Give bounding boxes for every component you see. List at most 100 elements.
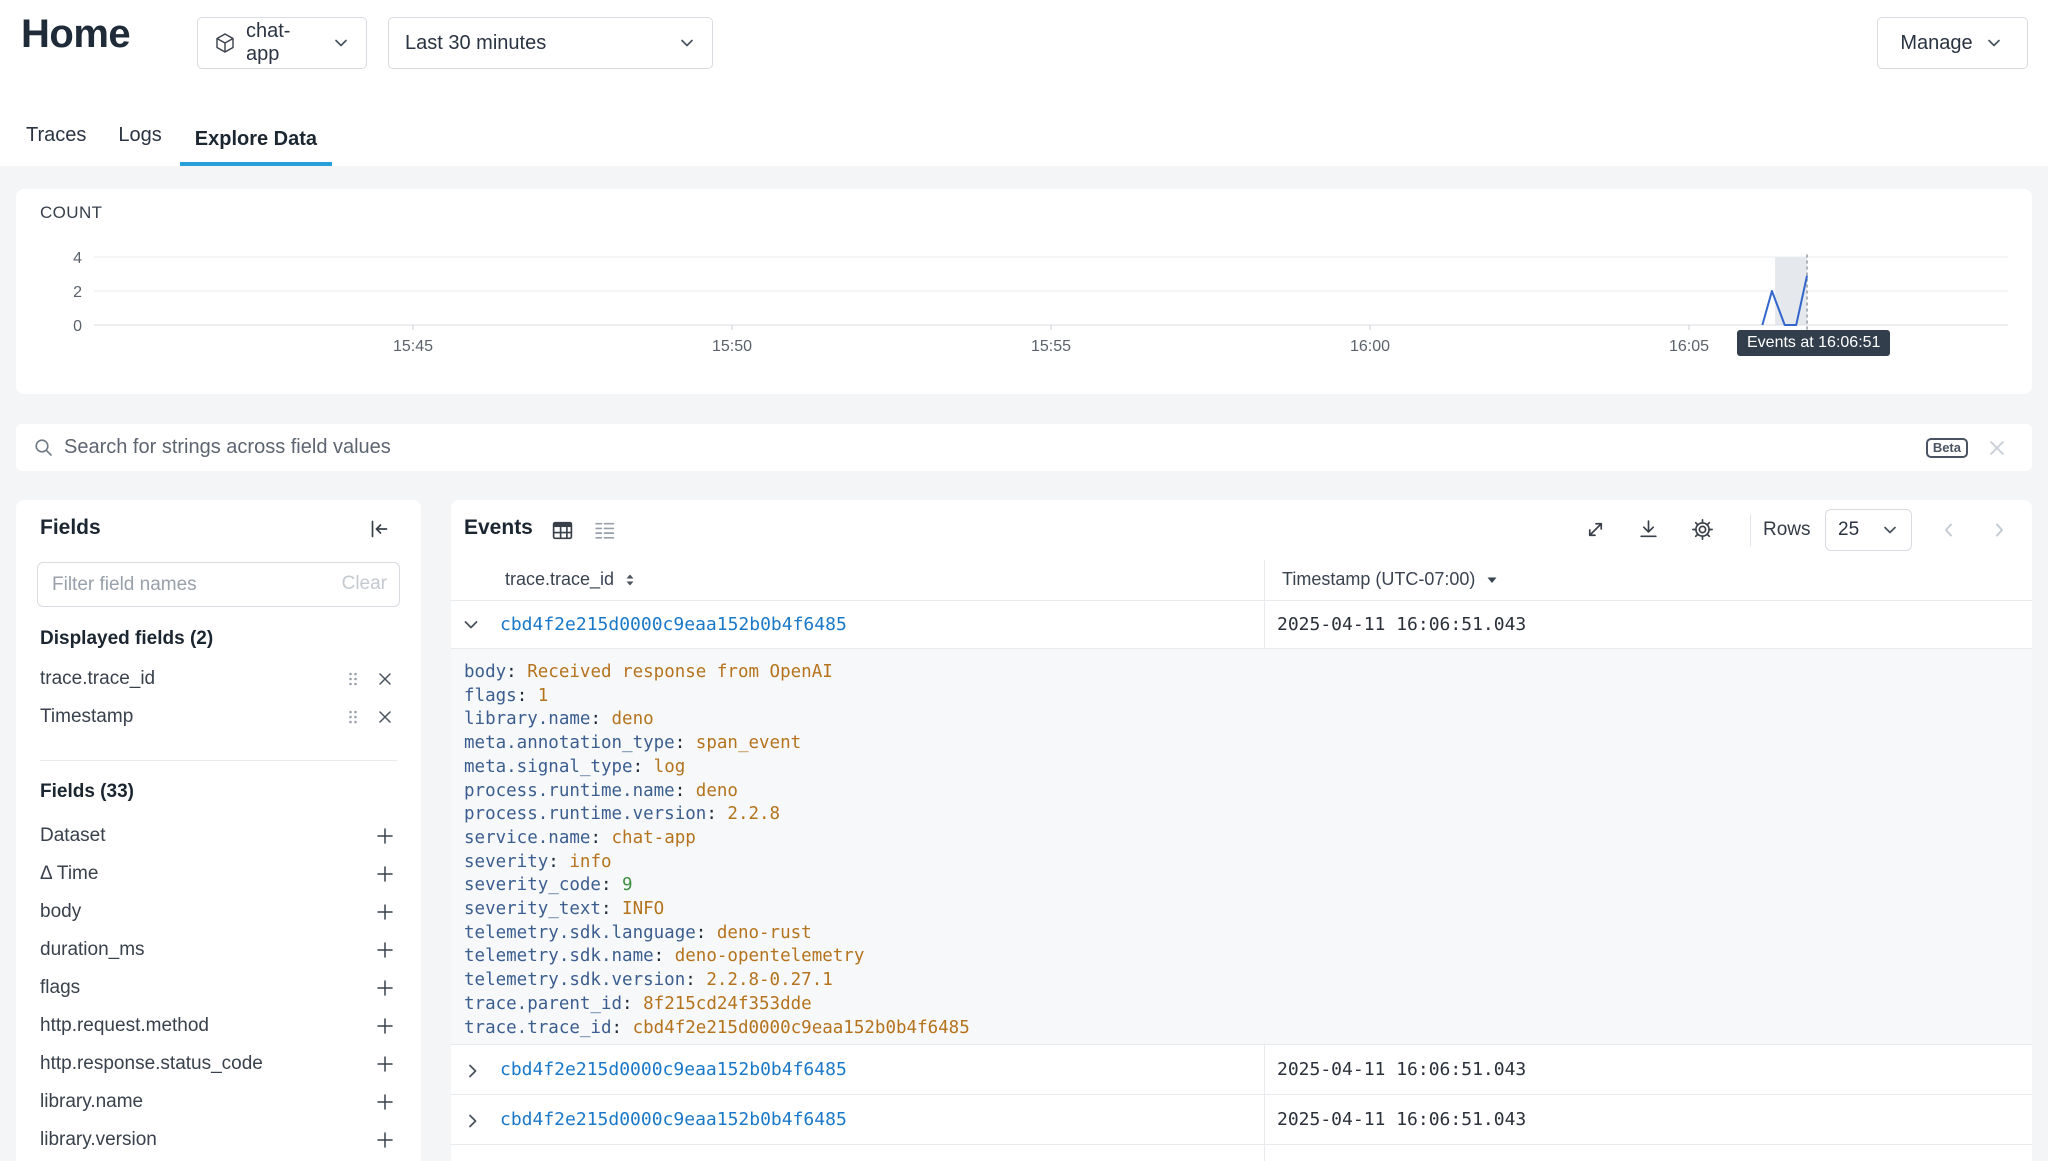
column-header-timestamp[interactable]: Timestamp (UTC-07:00)	[1282, 569, 1499, 590]
column-header-trace-id[interactable]: trace.trace_id	[505, 569, 638, 590]
field-row: Dataset	[16, 817, 421, 855]
detail-value: deno-rust	[717, 923, 812, 943]
trace-id-link[interactable]: cbd4f2e215d0000c9eaa152b0b4f6485	[500, 1059, 847, 1080]
fields-panel: Fields Clear Displayed fields (2) trace.…	[16, 500, 421, 1161]
add-field-icon[interactable]	[375, 1016, 395, 1036]
field-row: flags	[16, 969, 421, 1007]
search-input[interactable]	[64, 436, 1926, 459]
search-bar: Beta	[16, 424, 2032, 471]
detail-key: flags	[464, 686, 517, 706]
add-field-icon[interactable]	[375, 864, 395, 884]
timestamp-cell: 2025-04-11 16:06:51.043	[1264, 1095, 2032, 1144]
list-view-icon[interactable]	[593, 519, 616, 542]
tab-logs[interactable]: Logs	[118, 124, 161, 166]
table-view-icon[interactable]	[551, 519, 574, 542]
detail-key: process.runtime.name	[464, 781, 675, 801]
add-field-icon[interactable]	[375, 1054, 395, 1074]
displayed-field-row: trace.trace_id	[16, 660, 421, 698]
timestamp-value: 2025-04-11 16:06:51.043	[1277, 1109, 1526, 1130]
detail-line: trace.parent_id: 8f215cd24f353dde	[464, 993, 2032, 1017]
detail-value: Received response from OpenAI	[527, 662, 833, 682]
all-fields-header: Fields (33)	[40, 781, 134, 803]
add-field-icon[interactable]	[375, 826, 395, 846]
field-name: duration_ms	[40, 939, 145, 961]
table-row[interactable]: cbd4f2e215d0000c9eaa152b0b4f6485 2025-04…	[451, 1095, 2032, 1145]
remove-field-icon[interactable]	[375, 707, 395, 727]
field-name: Dataset	[40, 825, 105, 847]
prev-page-icon[interactable]	[1939, 520, 1959, 540]
expand-row-icon[interactable]	[462, 1060, 484, 1082]
field-name: http.response.status_code	[40, 1053, 263, 1075]
column-label: Timestamp (UTC-07:00)	[1282, 569, 1475, 590]
detail-value: 8f215cd24f353dde	[643, 994, 812, 1014]
expand-icon[interactable]	[1584, 518, 1607, 541]
field-row: http.request.method	[16, 1007, 421, 1045]
clear-filter-button[interactable]: Clear	[342, 573, 387, 595]
field-name: body	[40, 901, 81, 923]
download-icon[interactable]	[1637, 518, 1660, 541]
gear-icon[interactable]	[1691, 518, 1714, 541]
detail-line: trace.trace_id: cbd4f2e215d0000c9eaa152b…	[464, 1017, 2032, 1041]
collapse-panel-icon[interactable]	[368, 518, 390, 540]
add-field-icon[interactable]	[375, 940, 395, 960]
detail-key: meta.signal_type	[464, 757, 633, 777]
svg-text:15:50: 15:50	[712, 338, 752, 355]
detail-line: severity: info	[464, 851, 2032, 875]
table-row-expanded[interactable]: cbd4f2e215d0000c9eaa152b0b4f6485 2025-04…	[451, 601, 2032, 649]
detail-line: severity_code: 9	[464, 874, 2032, 898]
time-range-selector[interactable]: Last 30 minutes	[388, 17, 713, 69]
detail-value: info	[569, 852, 611, 872]
close-icon[interactable]	[1986, 437, 2008, 459]
displayed-fields-header: Displayed fields (2)	[40, 628, 213, 650]
field-name: Δ Time	[40, 863, 98, 885]
chevron-down-icon	[678, 34, 696, 52]
field-filter: Clear	[37, 562, 400, 607]
detail-key: process.runtime.version	[464, 804, 706, 824]
timestamp-cell: 2025-04-11 16:06:51.043	[1264, 601, 2032, 648]
add-field-icon[interactable]	[375, 1130, 395, 1150]
chart-card: COUNT 02415:4515:5015:5516:0016:05 Event…	[16, 189, 2032, 394]
drag-handle-icon[interactable]	[343, 669, 363, 689]
detail-line: severity_text: INFO	[464, 898, 2032, 922]
search-icon	[33, 437, 54, 458]
field-row: duration_ms	[16, 931, 421, 969]
service-selector[interactable]: chat-app	[197, 17, 367, 69]
next-page-icon[interactable]	[1989, 520, 2009, 540]
table-header: trace.trace_id Timestamp (UTC-07:00)	[451, 560, 2032, 601]
rows-per-page-select[interactable]: 25	[1825, 509, 1912, 551]
event-detail: body: Received response from OpenAIflags…	[451, 649, 2032, 1045]
drag-handle-icon[interactable]	[343, 707, 363, 727]
trace-id-link[interactable]: cbd4f2e215d0000c9eaa152b0b4f6485	[500, 1109, 847, 1130]
expand-row-icon[interactable]	[462, 1110, 484, 1132]
displayed-fields-list: trace.trace_id Timestamp	[16, 660, 421, 736]
collapse-row-icon[interactable]	[460, 614, 482, 636]
detail-line: process.runtime.name: deno	[464, 780, 2032, 804]
sort-desc-icon	[1485, 573, 1499, 587]
detail-line: service.name: chat-app	[464, 827, 2032, 851]
detail-key: severity_code	[464, 875, 601, 895]
remove-field-icon[interactable]	[375, 669, 395, 689]
detail-value: deno	[612, 709, 654, 729]
add-field-icon[interactable]	[375, 902, 395, 922]
time-range-label: Last 30 minutes	[405, 32, 546, 55]
svg-text:16:05: 16:05	[1669, 338, 1709, 355]
manage-button[interactable]: Manage	[1877, 17, 2028, 69]
table-row[interactable]: cbd4f2e215d0000c9eaa152b0b4f6485 2025-04…	[451, 1045, 2032, 1095]
chart-plot[interactable]: 02415:4515:5015:5516:0016:05	[16, 189, 2032, 394]
detail-line: process.runtime.version: 2.2.8	[464, 803, 2032, 827]
divider	[40, 760, 397, 761]
tab-explore-data[interactable]: Explore Data	[180, 128, 332, 166]
tab-traces[interactable]: Traces	[26, 124, 86, 166]
all-fields-list: Dataset Δ Time body duration_ms	[16, 817, 421, 1159]
detail-key: meta.annotation_type	[464, 733, 675, 753]
add-field-icon[interactable]	[375, 1092, 395, 1112]
svg-text:16:00: 16:00	[1350, 338, 1390, 355]
svg-text:0: 0	[73, 318, 82, 335]
field-name: library.version	[40, 1129, 157, 1151]
app-root: Home chat-app Last 30 minutes Manage	[0, 0, 2048, 1161]
trace-id-link[interactable]: cbd4f2e215d0000c9eaa152b0b4f6485	[500, 614, 847, 635]
add-field-icon[interactable]	[375, 978, 395, 998]
detail-line: meta.annotation_type: span_event	[464, 732, 2032, 756]
detail-key: service.name	[464, 828, 590, 848]
svg-text:2: 2	[73, 284, 82, 301]
